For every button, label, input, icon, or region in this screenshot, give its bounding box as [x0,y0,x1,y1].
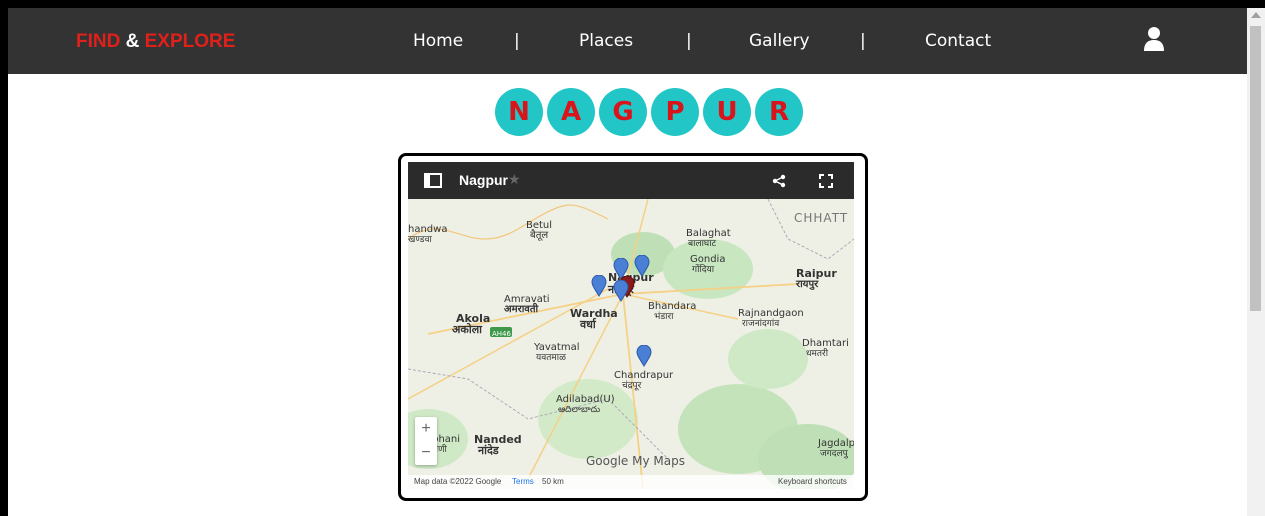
share-icon[interactable] [772,174,786,188]
map-label: handwa [408,224,448,235]
map-pin-icon[interactable] [634,255,650,277]
map-label: यवतमाळ [536,353,566,363]
city-letter: U [703,88,751,136]
nav-places[interactable]: Places [579,31,633,51]
scroll-up-arrow-icon[interactable] [1251,12,1261,18]
map-label: भंडारा [654,312,674,322]
sidebar-toggle-icon[interactable] [424,173,442,188]
map-label: Gondia [690,254,726,265]
map-label: राजनांदगांव [742,319,780,329]
zoom-controls: + − [415,417,437,465]
nav-separator: | [686,31,692,51]
keyboard-shortcuts-link[interactable]: Keyboard shortcuts [778,477,847,486]
city-letter: G [599,88,647,136]
terms-link[interactable]: Terms [512,477,534,486]
map-label: अमरावती [504,304,539,315]
map-label: नांदेड [478,444,499,457]
map-label: चंद्रपूर [622,381,642,391]
map-label: अकोला [452,323,483,336]
map-label: Bhandara [648,301,697,312]
map-pin-icon[interactable] [613,280,629,302]
map-label: Adilabad(U) [556,394,615,405]
map-label: जगदलपु [820,449,848,459]
map-pin-icon[interactable] [591,275,607,297]
city-letter: R [755,88,803,136]
vertical-scrollbar[interactable] [1247,8,1265,516]
map-label: रायपुर [796,279,819,290]
city-letter: P [651,88,699,136]
nav-gallery[interactable]: Gallery [749,31,810,51]
page-frame: FIND & EXPLORE Home | Places | Gallery |… [8,8,1247,516]
nav-home[interactable]: Home [413,31,463,51]
zoom-out-button[interactable]: − [415,441,437,465]
map-label: Raipur [796,267,837,280]
map-label: ఆదిలాబాదు [558,405,601,415]
nav-separator: | [860,31,866,51]
map-label: Dhamtari [802,338,849,349]
map-label: धमतरी [806,349,829,359]
city-letter: A [547,88,595,136]
map-label: खण्डवा [408,235,432,245]
map-label: बैतूल [530,230,549,241]
map-label: Jagdalp [818,438,854,449]
zoom-in-button[interactable]: + [415,417,437,441]
map-label: AH46 [492,330,511,338]
user-icon[interactable] [1143,27,1165,51]
map-label: Chandrapur [614,370,674,381]
nav-contact[interactable]: Contact [925,31,991,51]
scroll-thumb[interactable] [1250,26,1261,311]
map-header: Nagpur ★ [408,162,854,199]
city-name-letters: N A G P U R [495,88,803,136]
map-label: वर्धा [580,318,596,331]
map-label: Rajnandgaon [738,308,804,319]
map-label: Balaghat [686,228,731,239]
map-footer: Map data ©2022 Google Terms 50 km Keyboa… [408,475,854,489]
map-label: CHHATT [794,211,849,225]
city-letter: N [495,88,543,136]
map-label: गोंदिया [692,265,715,275]
map-canvas[interactable]: CHHATT Betul बैतूल handwa खण्डवा Balagha… [408,199,854,489]
nav-separator: | [514,31,520,51]
map-data-attribution: Map data ©2022 Google [414,477,502,486]
map-title: Nagpur [459,172,508,188]
map-label: Yavatmal [534,342,580,353]
star-icon[interactable]: ★ [508,171,521,188]
fullscreen-icon[interactable] [819,174,833,188]
map-label: बालाघाट [688,239,717,249]
scale-label: 50 km [542,477,564,486]
navbar: FIND & EXPLORE Home | Places | Gallery |… [8,8,1247,74]
brand-logo[interactable]: FIND & EXPLORE [76,31,235,53]
map-embed: Nagpur ★ CHHATT Betul बैतूल handwa खण्डव… [398,153,868,501]
map-pin-icon[interactable] [636,345,652,367]
google-my-maps-logo: Google My Maps [586,454,685,468]
